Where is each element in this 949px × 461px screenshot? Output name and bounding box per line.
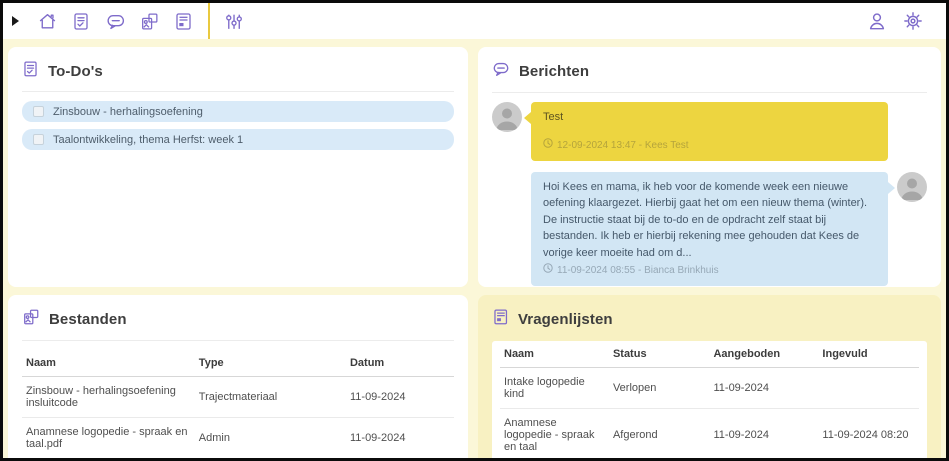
- q-col-naam: Naam: [500, 341, 609, 368]
- files-col-type: Type: [195, 350, 346, 377]
- table-row[interactable]: Intake logopedie kind Verlopen 11-09-202…: [500, 368, 919, 409]
- questionnaire-status: Afgerond: [609, 409, 710, 459]
- avatar: [897, 172, 927, 202]
- table-row[interactable]: Anamnese logopedie - spraak en taal.pdf …: [22, 418, 454, 459]
- top-toolbar: [3, 3, 946, 39]
- gear-icon: [902, 10, 924, 32]
- questionnaire-name[interactable]: Anamnese logopedie - spraak en taal: [500, 409, 609, 459]
- nav-todos-button[interactable]: [64, 7, 98, 35]
- q-col-status: Status: [609, 341, 710, 368]
- q-col-ingevuld: Ingevuld: [818, 341, 919, 368]
- message-meta: 12-09-2024 13:47 - Kees Test: [543, 138, 876, 153]
- message-text: Hoi Kees en mama, ik heb voor de komende…: [543, 179, 876, 262]
- todo-item-label: Taalontwikkeling, thema Herfst: week 1: [53, 134, 243, 146]
- message-meta-text: 11-09-2024 08:55 - Bianca Brinkhuis: [557, 263, 719, 278]
- questionnaire-offered: 11-09-2024: [709, 368, 818, 409]
- todos-panel: To-Do's Zinsbouw - herhalingsoefening Ta…: [8, 47, 468, 287]
- filters-button[interactable]: [216, 7, 250, 35]
- toolbar-right-group: [860, 7, 930, 35]
- message-bubble: Hoi Kees en mama, ik heb voor de komende…: [531, 172, 888, 287]
- questionnaires-table: Naam Status Aangeboden Ingevuld Intake l…: [500, 341, 919, 458]
- files-title: Bestanden: [49, 311, 127, 328]
- message-meta-text: 12-09-2024 13:47 - Kees Test: [557, 138, 689, 153]
- files-icon: [22, 308, 40, 331]
- files-header: Bestanden: [22, 306, 454, 341]
- todo-item[interactable]: Taalontwikkeling, thema Herfst: week 1: [22, 129, 454, 150]
- questionnaire-filled: 11-09-2024 08:20: [818, 409, 919, 459]
- dashboard-grid: To-Do's Zinsbouw - herhalingsoefening Ta…: [3, 39, 946, 458]
- nav-messages-button[interactable]: [98, 7, 132, 35]
- clock-icon: [543, 263, 553, 278]
- message-bubble: Test 12-09-2024 13:47 - Kees Test: [531, 102, 888, 161]
- checkbox-icon[interactable]: [33, 106, 44, 117]
- q-col-aangeboden: Aangeboden: [709, 341, 818, 368]
- file-date: 11-09-2024: [346, 418, 454, 459]
- app-window: To-Do's Zinsbouw - herhalingsoefening Ta…: [0, 0, 949, 461]
- clock-icon: [543, 138, 553, 153]
- expand-sidebar-button[interactable]: [12, 7, 30, 35]
- settings-button[interactable]: [896, 7, 930, 35]
- files-panel: Bestanden Naam Type Datum Zinsbouw - her…: [8, 295, 468, 458]
- todos-title: To-Do's: [48, 63, 103, 80]
- questionnaire-icon: [492, 308, 509, 330]
- nav-questionnaires-button[interactable]: [166, 7, 200, 35]
- questionnaires-panel: Vragenlijsten Naam Status Aangeboden Ing…: [478, 295, 941, 458]
- sliders-icon: [223, 11, 244, 32]
- files-table: Naam Type Datum Zinsbouw - herhalingsoef…: [22, 350, 454, 458]
- file-name[interactable]: Anamnese logopedie - spraak en taal.pdf: [22, 418, 195, 459]
- nav-home-button[interactable]: [30, 7, 64, 35]
- questionnaire-icon: [173, 11, 193, 31]
- home-icon: [37, 11, 58, 32]
- questionnaire-filled: [818, 368, 919, 409]
- messages-panel: Berichten Test 12-09-2024 13:47 - Kees T…: [478, 47, 941, 287]
- file-type: Admin: [195, 418, 346, 459]
- chat-icon: [492, 60, 510, 83]
- messages-header: Berichten: [492, 58, 927, 93]
- todo-item[interactable]: Zinsbouw - herhalingsoefening: [22, 101, 454, 122]
- caret-right-icon: [12, 16, 19, 26]
- file-type: Trajectmateriaal: [195, 377, 346, 418]
- checkbox-icon[interactable]: [33, 134, 44, 145]
- message-meta: 11-09-2024 08:55 - Bianca Brinkhuis: [543, 263, 876, 278]
- todo-icon: [71, 11, 91, 31]
- questionnaire-offered: 11-09-2024: [709, 409, 818, 459]
- files-icon: [139, 11, 160, 32]
- questionnaire-status: Verlopen: [609, 368, 710, 409]
- questionnaires-table-card: Naam Status Aangeboden Ingevuld Intake l…: [492, 341, 927, 458]
- todo-item-label: Zinsbouw - herhalingsoefening: [53, 106, 203, 118]
- questionnaire-name[interactable]: Intake logopedie kind: [500, 368, 609, 409]
- nav-files-button[interactable]: [132, 7, 166, 35]
- files-col-naam: Naam: [22, 350, 195, 377]
- questionnaires-title: Vragenlijsten: [518, 311, 613, 328]
- messages-title: Berichten: [519, 63, 589, 80]
- file-name[interactable]: Zinsbouw - herhalingsoefening insluitcod…: [22, 377, 195, 418]
- files-col-datum: Datum: [346, 350, 454, 377]
- todos-header: To-Do's: [22, 58, 454, 92]
- questionnaires-header: Vragenlijsten: [492, 306, 927, 339]
- todo-icon: [22, 60, 39, 82]
- message-item[interactable]: Hoi Kees en mama, ik heb voor de komende…: [492, 172, 927, 287]
- message-text: Test: [543, 109, 876, 126]
- chat-icon: [105, 11, 126, 32]
- message-item[interactable]: Test 12-09-2024 13:47 - Kees Test: [492, 102, 927, 161]
- avatar: [492, 102, 522, 132]
- profile-button[interactable]: [860, 7, 894, 35]
- user-icon: [866, 10, 888, 32]
- table-row[interactable]: Zinsbouw - herhalingsoefening insluitcod…: [22, 377, 454, 418]
- toolbar-separator: [208, 3, 210, 39]
- file-date: 11-09-2024: [346, 377, 454, 418]
- table-row[interactable]: Anamnese logopedie - spraak en taal Afge…: [500, 409, 919, 459]
